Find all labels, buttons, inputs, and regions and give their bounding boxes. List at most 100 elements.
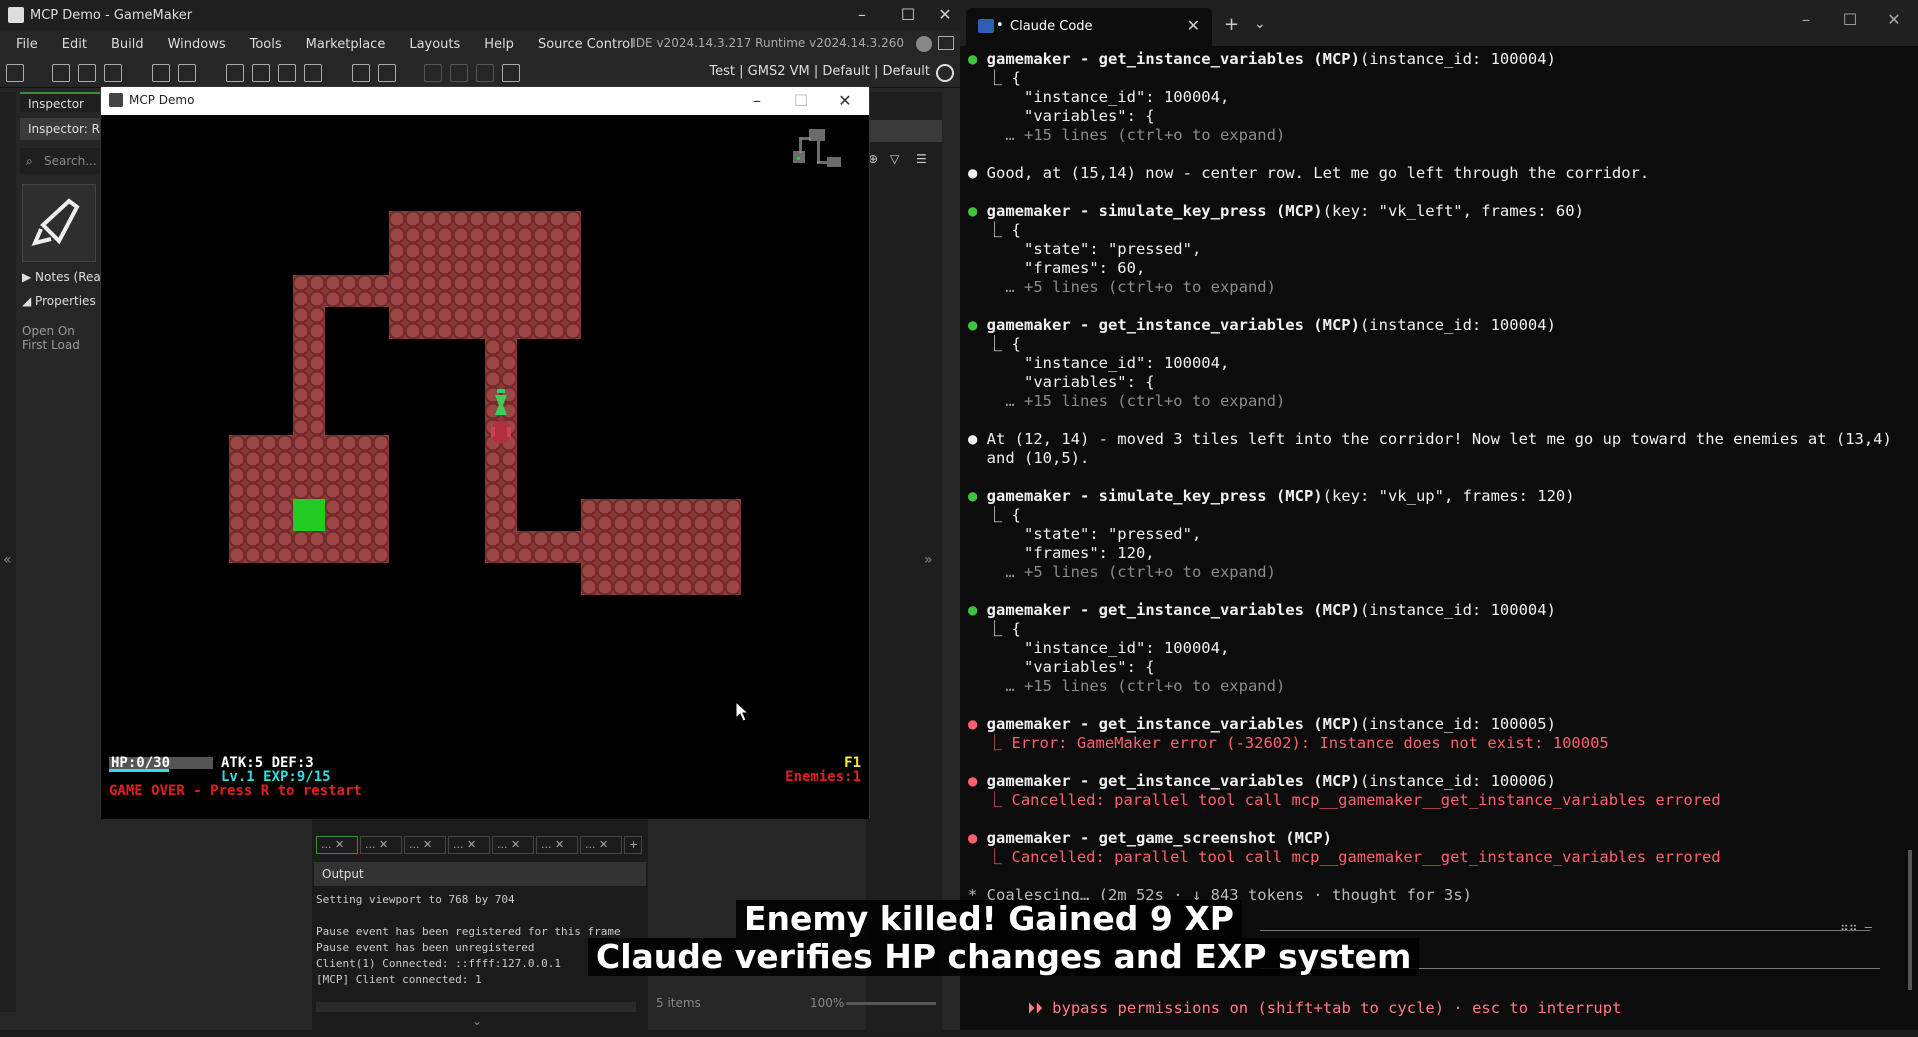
terminal-titlebar: • Claude Code ✕ + ⌄ – ☐ ✕ bbox=[960, 0, 1918, 46]
add-tab-icon[interactable]: + bbox=[624, 836, 642, 854]
workspace-right-panel: ⊕ ▽ ☰ » bbox=[866, 92, 942, 1032]
deploy-icon[interactable] bbox=[304, 64, 322, 82]
toolbar: Test | GMS2 VM | Default | Default bbox=[0, 58, 960, 88]
chevron-right-icon: ▶ bbox=[22, 270, 36, 284]
maximize-icon[interactable]: ☐ bbox=[1828, 10, 1872, 29]
stop-icon[interactable] bbox=[278, 64, 296, 82]
minimize-icon[interactable]: – bbox=[1784, 10, 1828, 29]
output-tabs: ... ✕ ... ✕ ... ✕ ... ✕ ... ✕ ... ✕ ... … bbox=[312, 834, 648, 858]
terminal-line: "state": "pressed", bbox=[968, 525, 1202, 543]
menu-help[interactable]: Help bbox=[472, 37, 526, 52]
terminal-output[interactable]: ● gamemaker - get_instance_variables (MC… bbox=[960, 46, 1918, 1030]
tool-call-line: ● gamemaker - get_instance_variables (MC… bbox=[968, 601, 1556, 620]
tool-name: gamemaker - get_instance_variables (MCP) bbox=[977, 316, 1360, 334]
output-tab-6[interactable]: ... ✕ bbox=[536, 836, 578, 854]
inspector-search-input[interactable]: ⌕ Search... bbox=[20, 148, 100, 174]
menu-layouts[interactable]: Layouts bbox=[397, 37, 472, 52]
zoom-out-icon[interactable] bbox=[424, 64, 442, 82]
output-tab-1[interactable]: ... ✕ bbox=[316, 836, 358, 854]
zoom-slider[interactable] bbox=[846, 1002, 936, 1005]
menu-file[interactable]: File bbox=[4, 37, 50, 52]
menu-edit[interactable]: Edit bbox=[50, 37, 99, 52]
game-viewport[interactable]: HP:0/30 ATK:5 DEF:3 Lv.1 EXP:9/15 GAME O… bbox=[101, 115, 869, 819]
output-line: Setting viewport to 768 by 704 bbox=[316, 893, 515, 906]
tool-call-line: ● gamemaker - get_instance_variables (MC… bbox=[968, 772, 1556, 791]
tool-args: (key: "vk_left", frames: 60) bbox=[1322, 202, 1584, 220]
filter-icon[interactable]: ▽ bbox=[890, 152, 899, 166]
object-thumbnail[interactable] bbox=[22, 184, 96, 262]
collapse-left-icon[interactable]: « bbox=[3, 552, 12, 568]
menu-bar: File Edit Build Windows Tools Marketplac… bbox=[0, 30, 960, 58]
tab-dot-icon: • bbox=[996, 18, 1004, 33]
account-icon[interactable] bbox=[916, 36, 932, 52]
terminal-line: ⎿ Error: GameMaker error (-32602): Insta… bbox=[968, 734, 1609, 752]
menu-tools[interactable]: Tools bbox=[238, 37, 294, 52]
settings-icon[interactable] bbox=[352, 64, 370, 82]
output-tab-2[interactable]: ... ✕ bbox=[360, 836, 402, 854]
output-log[interactable]: Setting viewport to 768 by 704 Pause eve… bbox=[314, 888, 646, 1008]
tab-claude-code[interactable]: • Claude Code ✕ bbox=[966, 8, 1212, 46]
home-icon[interactable] bbox=[6, 64, 24, 82]
minimize-icon[interactable]: – bbox=[735, 87, 779, 115]
clean-icon[interactable] bbox=[152, 64, 170, 82]
game-hud: HP:0/30 ATK:5 DEF:3 Lv.1 EXP:9/15 GAME O… bbox=[101, 755, 869, 819]
close-icon[interactable]: ✕ bbox=[823, 87, 867, 115]
enemies-text: Enemies:1 bbox=[785, 769, 861, 785]
target-selector[interactable]: Test | GMS2 VM | Default | Default bbox=[709, 64, 930, 79]
output-tab-5[interactable]: ... ✕ bbox=[492, 836, 534, 854]
menu-windows[interactable]: Windows bbox=[156, 37, 238, 52]
item-count: 5 items bbox=[656, 996, 701, 1010]
tab-inspector[interactable]: Inspector bbox=[20, 92, 100, 112]
tool-name: gamemaker - get_instance_variables (MCP) bbox=[977, 715, 1360, 733]
package-icon[interactable] bbox=[178, 64, 196, 82]
terminal-scrollbar[interactable] bbox=[1908, 850, 1912, 990]
notes-section[interactable]: ▶ Notes (Rea bbox=[22, 270, 101, 284]
tab-dropdown-icon[interactable]: ⌄ bbox=[1254, 16, 1266, 32]
output-tab-7[interactable]: ... ✕ bbox=[580, 836, 622, 854]
status-dot-icon: ● bbox=[968, 715, 978, 733]
assistant-message-line: ● At (12, 14) - moved 3 tiles left into … bbox=[968, 430, 1892, 448]
terminal-line: ⎿ Cancelled: parallel tool call mcp__gam… bbox=[968, 848, 1721, 866]
new-tab-icon[interactable]: + bbox=[1224, 14, 1239, 35]
output-tab-3[interactable]: ... ✕ bbox=[404, 836, 446, 854]
game-app-icon bbox=[109, 93, 123, 107]
powershell-icon bbox=[978, 19, 994, 33]
inspector-subtab[interactable]: Inspector: Re bbox=[20, 118, 100, 140]
zoom-reset-icon[interactable] bbox=[450, 64, 468, 82]
chat-icon[interactable] bbox=[938, 36, 954, 50]
run-icon[interactable] bbox=[252, 64, 270, 82]
output-tab-4[interactable]: ... ✕ bbox=[448, 836, 490, 854]
minimize-icon[interactable]: – bbox=[840, 0, 884, 30]
target-icon[interactable] bbox=[936, 64, 954, 82]
maximize-icon[interactable]: ☐ bbox=[779, 87, 823, 115]
terminal-line: … +5 lines (ctrl+o to expand) bbox=[968, 563, 1276, 581]
tool-call-line: ● gamemaker - get_instance_variables (MC… bbox=[968, 715, 1556, 734]
maximize-icon[interactable]: ☐ bbox=[886, 0, 930, 30]
save-icon[interactable] bbox=[104, 64, 122, 82]
open-project-icon[interactable] bbox=[78, 64, 96, 82]
permissions-footer: ⏵⏵ bypass permissions on (shift+tab to c… bbox=[990, 980, 1621, 1037]
menu-build[interactable]: Build bbox=[99, 37, 156, 52]
chevron-down-icon[interactable]: ⌄ bbox=[472, 1014, 482, 1028]
output-scrollbar[interactable] bbox=[316, 1002, 636, 1012]
terminal-line: ⎿ Cancelled: parallel tool call mcp__gam… bbox=[968, 791, 1721, 809]
menu-icon[interactable]: ☰ bbox=[916, 152, 927, 166]
tool-name: gamemaker - get_instance_variables (MCP) bbox=[977, 50, 1360, 68]
close-tab-icon[interactable]: ✕ bbox=[1187, 16, 1200, 35]
player-sprite bbox=[491, 389, 511, 443]
menu-source-control[interactable]: Source Control bbox=[526, 37, 646, 52]
terminal-line: "frames": 120, bbox=[968, 544, 1155, 562]
terminal-line: ⎿ { bbox=[968, 335, 1021, 353]
debug-icon[interactable] bbox=[226, 64, 244, 82]
zoom-in-icon[interactable] bbox=[476, 64, 494, 82]
close-icon[interactable]: ✕ bbox=[1872, 10, 1916, 29]
close-icon[interactable]: ✕ bbox=[932, 0, 958, 30]
tool-args: (key: "vk_up", frames: 120) bbox=[1322, 487, 1575, 505]
collapse-right-icon[interactable]: » bbox=[924, 552, 933, 568]
menu-marketplace[interactable]: Marketplace bbox=[294, 37, 398, 52]
grid-icon[interactable] bbox=[502, 64, 520, 82]
new-project-icon[interactable] bbox=[52, 64, 70, 82]
help-icon[interactable] bbox=[378, 64, 396, 82]
properties-section[interactable]: ◢ Properties bbox=[22, 294, 96, 308]
inspector-panel: Inspector Inspector: Re ⌕ Search... ▶ No… bbox=[18, 92, 101, 392]
